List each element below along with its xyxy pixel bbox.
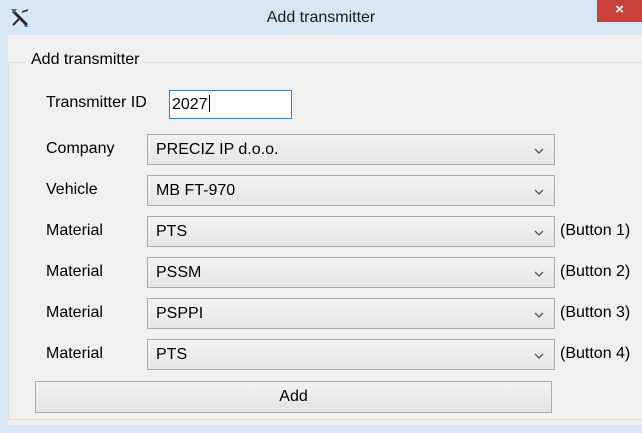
material-label: Material (46, 345, 103, 362)
material-2-note: (Button 2) (560, 263, 631, 280)
material-label: Material (46, 222, 103, 239)
vehicle-select[interactable]: MB FT-970 (147, 175, 555, 206)
material-3-value: PSPPI (156, 305, 204, 322)
chevron-down-icon (534, 148, 544, 154)
transmitter-id-label: Transmitter ID (46, 94, 147, 111)
material-4-value: PTS (156, 346, 188, 363)
group-legend: Add transmitter (25, 51, 144, 69)
vehicle-value: MB FT-970 (156, 182, 236, 199)
material-1-select[interactable]: PTS (147, 216, 555, 247)
chevron-down-icon (534, 189, 544, 195)
text-caret (208, 95, 210, 112)
material-1-value: PTS (156, 223, 188, 240)
material-4-select[interactable]: PTS (147, 339, 555, 370)
material-label: Material (46, 263, 103, 280)
material-1-note: (Button 1) (560, 222, 631, 239)
chevron-down-icon (534, 353, 544, 359)
chevron-down-icon (534, 312, 544, 318)
close-button[interactable]: × (597, 0, 642, 22)
title-bar[interactable]: Add transmitter × (0, 0, 642, 35)
material-2-value: PSSM (156, 264, 202, 281)
material-2-select[interactable]: PSSM (147, 257, 555, 288)
transmitter-id-input[interactable]: 2027 (169, 90, 292, 119)
material-label: Material (46, 304, 103, 321)
company-label: Company (46, 140, 115, 157)
company-value: PRECIZ IP d.o.o. (156, 141, 279, 158)
add-button[interactable]: Add (35, 381, 552, 413)
add-transmitter-window: Add transmitter × Add transmitter Transm… (0, 0, 642, 433)
transmitter-id-value: 2027 (172, 96, 208, 113)
material-3-note: (Button 3) (560, 304, 631, 321)
chevron-down-icon (534, 230, 544, 236)
vehicle-label: Vehicle (46, 181, 98, 198)
material-4-note: (Button 4) (560, 345, 631, 362)
company-select[interactable]: PRECIZ IP d.o.o. (147, 134, 555, 165)
chevron-down-icon (534, 271, 544, 277)
window-title: Add transmitter (266, 9, 376, 26)
material-3-select[interactable]: PSPPI (147, 298, 555, 329)
